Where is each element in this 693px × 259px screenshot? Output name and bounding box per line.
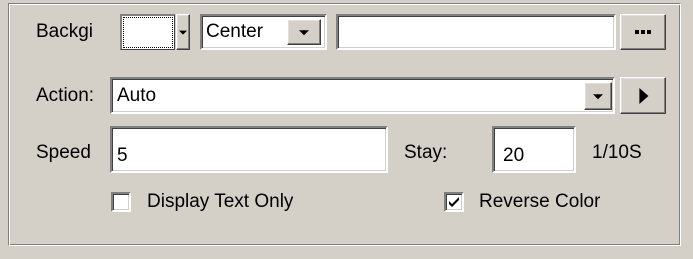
browse-button[interactable]	[620, 14, 666, 50]
background-color-swatch[interactable]	[120, 14, 175, 50]
speed-input[interactable]: 5	[110, 126, 388, 173]
focus-rect	[123, 17, 173, 48]
chevron-down-icon	[299, 30, 309, 36]
stay-unit-label: 1/10S	[592, 142, 642, 163]
stay-label: Stay:	[404, 142, 448, 163]
ellipsis-icon	[635, 30, 651, 34]
chevron-down-icon	[179, 30, 187, 35]
chevron-down-icon	[593, 94, 603, 100]
speed-label: Speed	[36, 142, 91, 163]
action-value: Auto	[117, 84, 157, 106]
background-label: Backgi	[36, 21, 94, 42]
action-select[interactable]: Auto	[110, 77, 615, 114]
play-button[interactable]	[620, 77, 666, 114]
action-label: Action:	[36, 85, 95, 106]
reverse-color-label[interactable]: Reverse Color	[479, 190, 600, 214]
checkmark-icon	[449, 197, 459, 207]
action-dropdown-button[interactable]	[584, 82, 612, 110]
settings-panel: Backgi Center Action: Auto Speed 5 Stay:…	[0, 0, 693, 259]
background-image-path-input[interactable]	[336, 14, 616, 50]
reverse-color-checkbox[interactable]	[444, 192, 464, 212]
background-align-select[interactable]: Center	[200, 14, 327, 50]
display-text-only-checkbox[interactable]	[111, 192, 131, 212]
background-align-dropdown-button[interactable]	[287, 19, 321, 45]
stay-value: 20	[503, 145, 525, 166]
play-icon	[639, 87, 649, 104]
background-align-value: Center	[206, 21, 264, 42]
stay-input[interactable]: 20	[492, 126, 576, 173]
background-color-dropdown-button[interactable]	[176, 14, 190, 50]
speed-value: 5	[117, 145, 128, 166]
display-text-only-label[interactable]: Display Text Only	[147, 190, 293, 214]
